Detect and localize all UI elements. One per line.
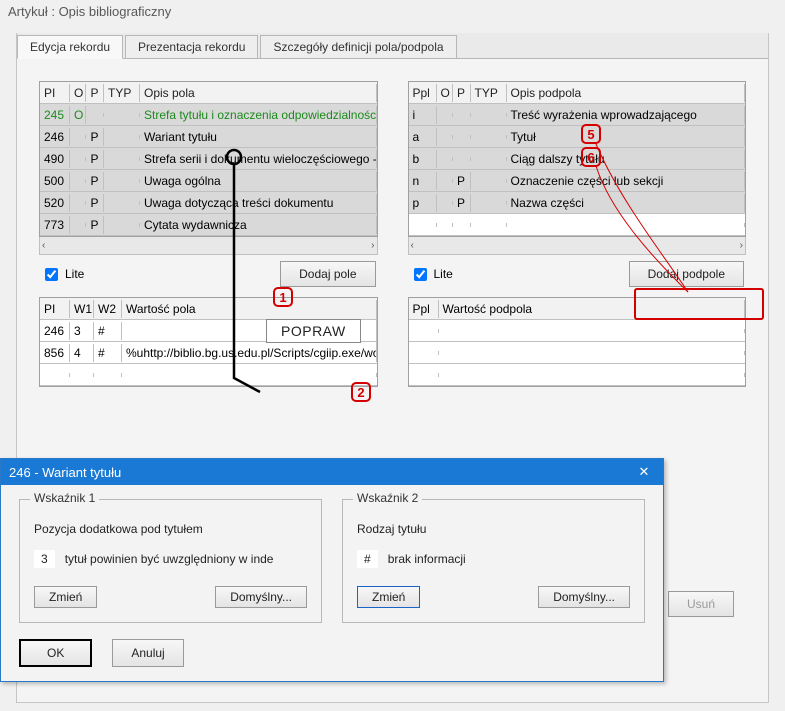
dialog-title-text: 246 - Wariant tytułu — [9, 465, 121, 480]
fields-hscroll[interactable]: ‹› — [39, 237, 378, 255]
subfields-grid-header: Ppl O P TYP Opis podpola — [409, 82, 746, 104]
table-row[interactable]: 246 3 # POPRAW — [40, 320, 377, 342]
col-o: O — [70, 84, 86, 102]
ind2-change-button[interactable]: Zmień — [357, 586, 420, 608]
annotation-marker-5: 5 — [581, 124, 601, 144]
field-values-column: PI W1 W2 Wartość pola 246 3 # POPRAW 856… — [39, 297, 378, 387]
table-row[interactable] — [409, 320, 746, 342]
table-row[interactable]: i Treść wyrażenia wprowadzającego — [409, 104, 746, 126]
indicator2-value: # — [357, 550, 378, 568]
col-typ: TYP — [471, 84, 507, 102]
table-row[interactable] — [409, 214, 746, 236]
dialog-titlebar[interactable]: 246 - Wariant tytułu ✕ — [1, 459, 663, 485]
indicator2-desc: brak informacji — [388, 552, 466, 566]
lite-label: Lite — [65, 267, 84, 281]
ok-button[interactable]: OK — [19, 639, 92, 667]
indicator1-value: 3 — [34, 550, 55, 568]
lite-checkbox-fields[interactable]: Lite — [41, 265, 84, 284]
popraw-badge: POPRAW — [266, 319, 361, 343]
col-o: O — [437, 84, 453, 102]
col-ppl: Ppl — [409, 84, 437, 102]
table-row[interactable]: n P Oznaczenie części lub sekcji — [409, 170, 746, 192]
col-opis: Opis pola — [140, 84, 377, 102]
table-row[interactable]: p P Nazwa części — [409, 192, 746, 214]
usun-button[interactable]: Usuń — [668, 591, 734, 617]
annotation-marker-2: 2 — [351, 382, 371, 402]
table-row[interactable]: 520 P Uwaga dotycząca treści dokumentu — [40, 192, 377, 214]
table-row[interactable]: 490 P Strefa serii i dokumentu wieloczęś… — [40, 148, 377, 170]
col-pi: PI — [40, 84, 70, 102]
table-row[interactable] — [409, 342, 746, 364]
indicator2-line1: Rodzaj tytułu — [357, 522, 630, 536]
col-p: P — [86, 84, 104, 102]
table-row[interactable] — [409, 364, 746, 386]
table-row[interactable]: b Ciąg dalszy tytułu — [409, 148, 746, 170]
tab-bar: Edycja rekordu Prezentacja rekordu Szcze… — [17, 33, 768, 59]
table-row[interactable]: 773 P Cytata wydawnicza — [40, 214, 377, 236]
ind1-change-button[interactable]: Zmień — [34, 586, 97, 608]
window-title: Artykuł : Opis bibliograficzny — [0, 0, 785, 23]
ind1-default-button[interactable]: Domyślny... — [215, 586, 307, 608]
lite-label: Lite — [434, 267, 453, 281]
subfields-hscroll[interactable]: ‹› — [408, 237, 747, 255]
lite-checkbox-subfields[interactable]: Lite — [410, 265, 453, 284]
indicator1-group: Wskaźnik 1 Pozycja dodatkowa pod tytułem… — [19, 499, 322, 623]
cancel-button[interactable]: Anuluj — [112, 639, 183, 667]
tab-presentation[interactable]: Prezentacja rekordu — [125, 35, 258, 58]
highlight-add-subfield — [634, 288, 764, 320]
col-opis: Opis podpola — [507, 84, 746, 102]
close-icon[interactable]: ✕ — [633, 463, 655, 481]
fields-grid[interactable]: PI O P TYP Opis pola 245 O Strefa tytułu… — [39, 81, 378, 237]
annotation-marker-6: 6 — [581, 147, 601, 167]
table-row[interactable]: 245 O Strefa tytułu i oznaczenia odpowie… — [40, 104, 377, 126]
ind2-default-button[interactable]: Domyślny... — [538, 586, 630, 608]
annotation-marker-1: 1 — [273, 287, 293, 307]
indicator1-line1: Pozycja dodatkowa pod tytułem — [34, 522, 307, 536]
indicator1-label: Wskaźnik 1 — [30, 491, 99, 505]
fields-column: PI O P TYP Opis pola 245 O Strefa tytułu… — [39, 81, 378, 289]
col-p: P — [453, 84, 471, 102]
table-row[interactable]: 246 P Wariant tytułu — [40, 126, 377, 148]
indicator-dialog: 246 - Wariant tytułu ✕ Wskaźnik 1 Pozycj… — [0, 458, 664, 682]
add-field-button[interactable]: Dodaj pole — [280, 261, 375, 287]
indicator2-group: Wskaźnik 2 Rodzaj tytułu # brak informac… — [342, 499, 645, 623]
table-row[interactable]: 500 P Uwaga ogólna — [40, 170, 377, 192]
table-row[interactable]: a Tytuł — [409, 126, 746, 148]
subfields-grid[interactable]: Ppl O P TYP Opis podpola i Treść wyrażen… — [408, 81, 747, 237]
col-typ: TYP — [104, 84, 140, 102]
indicator2-label: Wskaźnik 2 — [353, 491, 422, 505]
table-row[interactable]: 856 4 # %uhttp://biblio.bg.us.edu.pl/Scr… — [40, 342, 377, 364]
table-row[interactable] — [40, 364, 377, 386]
indicator1-desc: tytuł powinien być uwzględniony w inde — [65, 552, 274, 566]
subfields-column: Ppl O P TYP Opis podpola i Treść wyrażen… — [408, 81, 747, 289]
lite-check-input[interactable] — [414, 268, 427, 281]
add-subfield-button[interactable]: Dodaj podpole — [629, 261, 744, 287]
fields-grid-header: PI O P TYP Opis pola — [40, 82, 377, 104]
field-values-grid[interactable]: PI W1 W2 Wartość pola 246 3 # POPRAW 856… — [39, 297, 378, 387]
tab-details[interactable]: Szczegóły definicji pola/podpola — [260, 35, 456, 58]
lite-check-input[interactable] — [45, 268, 58, 281]
tab-edit-record[interactable]: Edycja rekordu — [17, 35, 123, 59]
